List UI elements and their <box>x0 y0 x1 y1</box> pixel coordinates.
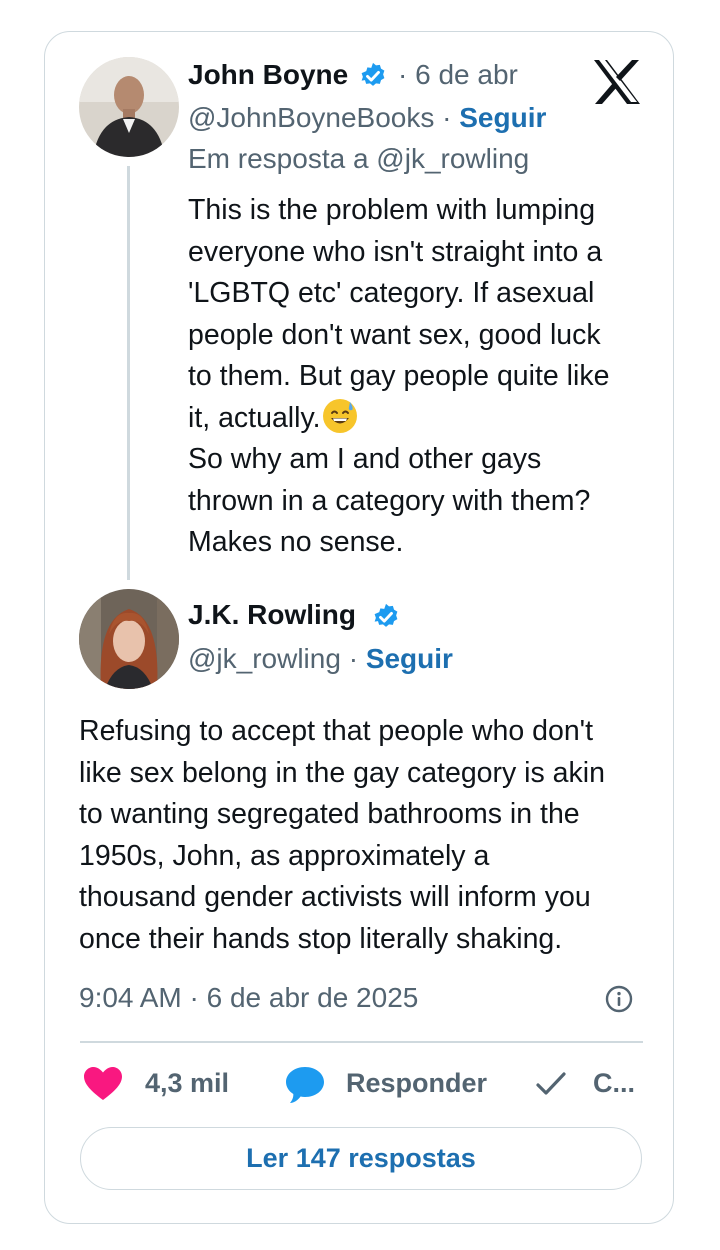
x-logo-icon[interactable] <box>592 58 642 106</box>
tweet-text-line: Refusing to accept that people who don't <box>79 715 594 747</box>
separator: · <box>348 643 359 674</box>
tweet-text-line: like sex belong in the gay category is a… <box>79 756 605 789</box>
author-handle[interactable]: @jk_rowling <box>188 643 341 674</box>
follow-button[interactable]: Seguir <box>366 643 453 674</box>
tweet-timestamp[interactable]: 9:04 AM · 6 de abr de 2025 <box>79 982 418 1014</box>
avatar-jk-rowling[interactable] <box>79 589 179 689</box>
tweet-text-line: thrown in a category with them? <box>188 484 591 517</box>
speech-bubble-icon[interactable] <box>285 1066 325 1104</box>
reply-tweet-text: This is the problem with lumping everyon… <box>188 190 658 564</box>
tweet-text-line: to them. But gay people quite like <box>188 360 610 392</box>
verified-badge-icon <box>361 62 385 86</box>
thread-connector-line <box>127 166 130 580</box>
tweet-text-line: 1950s, John, as approximately a <box>79 839 490 872</box>
tweet-text-line: Makes no sense. <box>188 526 404 558</box>
verified-badge-icon <box>374 603 398 627</box>
main-tweet-text: Refusing to accept that people who don't… <box>79 711 659 960</box>
info-icon[interactable] <box>605 985 633 1013</box>
author-name-jk-rowling[interactable]: J.K. Rowling <box>188 599 356 631</box>
checkmark-icon[interactable] <box>535 1070 567 1098</box>
author-handle[interactable]: @JohnBoyneBooks <box>188 102 434 133</box>
reply-button[interactable]: Responder <box>346 1068 487 1099</box>
tweet-text-line: to wanting segregated bathrooms in the <box>79 798 580 830</box>
tweet-text-line: So why am I and other gays <box>188 443 542 475</box>
handle-line: @jk_rowling · Seguir <box>188 643 453 675</box>
avatar-john-boyne[interactable] <box>79 57 179 157</box>
copy-link-button[interactable]: C... <box>593 1068 635 1099</box>
grinning-face-with-sweat-icon <box>322 398 357 433</box>
read-replies-button[interactable]: Ler 147 respostas <box>80 1127 642 1190</box>
handle-line: @JohnBoyneBooks · Seguir <box>188 102 546 134</box>
separator: · <box>442 102 452 133</box>
tweet-text-line: thousand gender activists will inform yo… <box>79 881 591 913</box>
tweet-text-line: 'LGBTQ etc' category. If asexual <box>188 277 595 309</box>
follow-button[interactable]: Seguir <box>459 102 546 133</box>
heart-icon[interactable] <box>83 1066 123 1102</box>
tweet-text-line-with-emoji: it, actually. <box>188 398 658 440</box>
tweet-text-line: once their hands stop literally shaking. <box>79 922 563 955</box>
author-name-john-boyne[interactable]: John Boyne <box>188 59 348 91</box>
like-count[interactable]: 4,3 mil <box>145 1068 229 1099</box>
divider <box>80 1041 643 1043</box>
tweet-text-line: This is the problem with lumping <box>188 194 596 226</box>
tweet-text-line: people don't want sex, good luck <box>188 318 601 351</box>
tweet-text-line: everyone who isn't straight into a <box>188 235 603 268</box>
tweet-date[interactable]: · 6 de abr <box>398 59 518 91</box>
tweet-text-line: it, actually. <box>188 401 321 434</box>
reply-to-label[interactable]: Em resposta a @jk_rowling <box>188 143 529 175</box>
